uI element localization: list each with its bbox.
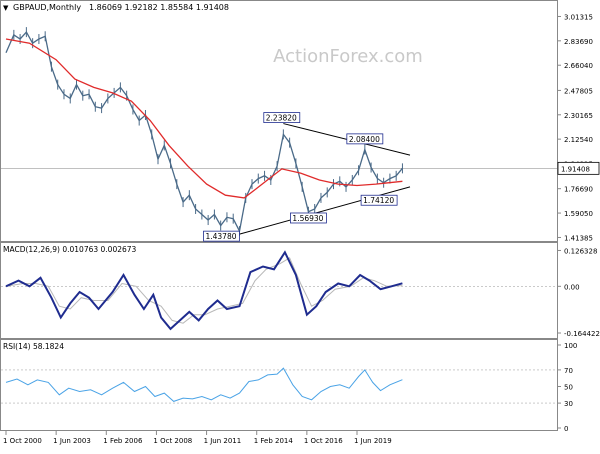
x-axis-tick-label: 1 Jun 2011 — [204, 437, 242, 445]
price-annotation-label: 1.43780 — [205, 232, 236, 241]
gbpaud-monthly-chart: ActionForex.com ▼ GBPAUD,Monthly 1.86069… — [0, 0, 600, 450]
x-axis-tick-label: 1 Feb 2006 — [103, 437, 143, 445]
rsi-panel-title: RSI(14) 58.1824 — [3, 342, 64, 351]
price-annotation-label: 1.56930 — [292, 214, 323, 223]
x-axis-tick-label: 1 Jun 2019 — [354, 437, 392, 445]
macd-panel-title: MACD(12,26,9) 0.010763 0.002673 — [3, 245, 137, 254]
chart-symbol-label: GBPAUD,Monthly — [13, 3, 81, 12]
x-axis-tick-label: 1 Jun 2003 — [53, 437, 91, 445]
price-axis-tick-label: 3.01315 — [564, 13, 593, 21]
chart-canvas: ActionForex.com ▼ GBPAUD,Monthly 1.86069… — [0, 0, 600, 445]
x-axis-tick-label: 1 Oct 2008 — [153, 437, 192, 445]
x-axis-tick-label: 1 Oct 2016 — [304, 437, 343, 445]
watermark: ActionForex.com — [273, 46, 423, 67]
price-annotation-label: 2.23820 — [266, 114, 297, 123]
price-annotation-label: 1.74120 — [363, 196, 394, 205]
macd-axis-tick-label: 0.00 — [564, 283, 580, 291]
chart-menu-arrow-icon[interactable]: ▼ — [3, 4, 9, 12]
price-axis-tick-label: 2.83690 — [564, 38, 593, 46]
price-axis-tick-label: 2.47805 — [564, 87, 593, 95]
x-axis-tick-label: 1 Oct 2000 — [3, 437, 42, 445]
price-axis-tick-label: 2.12540 — [564, 136, 593, 144]
price-annotation-label: 2.08400 — [349, 135, 380, 144]
rsi-axis-tick-label: 0 — [564, 425, 568, 433]
rsi-axis-tick-label: 70 — [564, 367, 573, 375]
rsi-axis-tick-label: 30 — [564, 400, 573, 408]
macd-axis-tick-label: 0.126328 — [564, 247, 597, 255]
price-axis-tick-label: 1.76690 — [564, 186, 593, 194]
macd-axis-tick-label: -0.164422 — [564, 330, 600, 338]
price-axis-tick-label: 1.59050 — [564, 210, 593, 218]
current-price-label: 1.91408 — [561, 165, 590, 173]
price-axis-tick-label: 1.41385 — [564, 234, 593, 242]
price-axis-tick-label: 2.30165 — [564, 112, 593, 120]
rsi-panel-frame — [0, 339, 558, 431]
price-axis-tick-label: 2.66040 — [564, 62, 593, 70]
chart-ohlc-values: 1.86069 1.92182 1.85584 1.91408 — [89, 3, 229, 12]
rsi-axis-tick-label: 100 — [564, 342, 577, 350]
x-axis-tick-label: 1 Feb 2014 — [254, 437, 294, 445]
rsi-axis-tick-label: 50 — [564, 384, 573, 392]
macd-panel-frame — [0, 242, 558, 339]
